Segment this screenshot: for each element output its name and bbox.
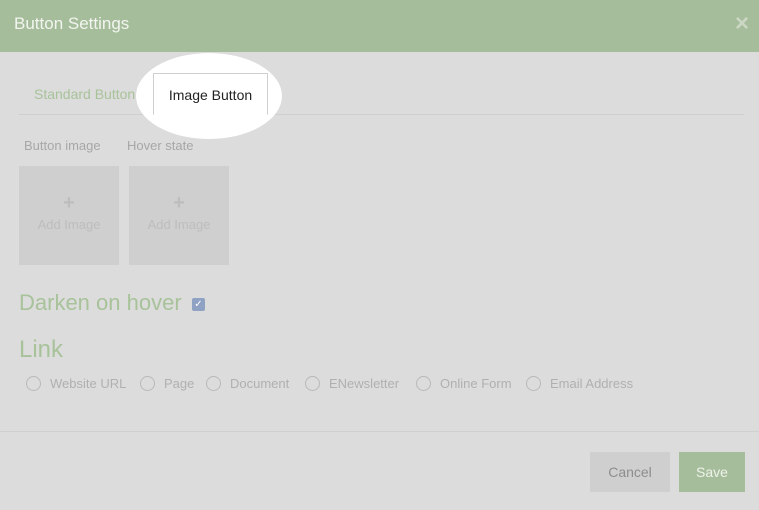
button-image-label: Button image [24,138,101,153]
radio-label: Page [164,376,195,391]
radio-label: ENewsletter [329,376,400,391]
plus-icon: + [63,192,75,214]
darken-on-hover-label: Darken on hover [19,290,182,315]
radio-circle[interactable] [416,376,431,391]
radio-label: Online Form [440,376,512,391]
radio-circle[interactable] [26,376,41,391]
footer-divider [0,431,759,432]
radio-circle[interactable] [140,376,155,391]
radio-label: Website URL [50,376,127,391]
save-button[interactable]: Save [679,452,745,492]
radio-label: Email Address [550,376,634,391]
hover-state-label: Hover state [127,138,194,153]
dialog-header: Button Settings × [0,0,759,52]
add-hover-image[interactable]: + Add Image [129,166,229,265]
add-button-image[interactable]: + Add Image [19,166,119,265]
radio-circle[interactable] [305,376,320,391]
radio-circle[interactable] [526,376,541,391]
plus-icon: + [173,192,185,214]
radio-circle[interactable] [206,376,221,391]
tab-divider [19,114,744,115]
add-image-label: Add Image [147,217,211,232]
tab-standard-button[interactable]: Standard Button [34,86,135,102]
tab-image-button[interactable]: Image Button [153,73,268,115]
link-heading: Link [19,336,64,363]
radio-label: Document [230,376,290,391]
add-image-label: Add Image [37,217,101,232]
tab-bar: Standard Button [19,73,744,115]
dialog-title: Button Settings [14,14,130,33]
darken-on-hover-checkbox[interactable]: ✓ [192,298,205,311]
cancel-button[interactable]: Cancel [590,452,670,492]
close-icon[interactable]: × [735,12,749,36]
